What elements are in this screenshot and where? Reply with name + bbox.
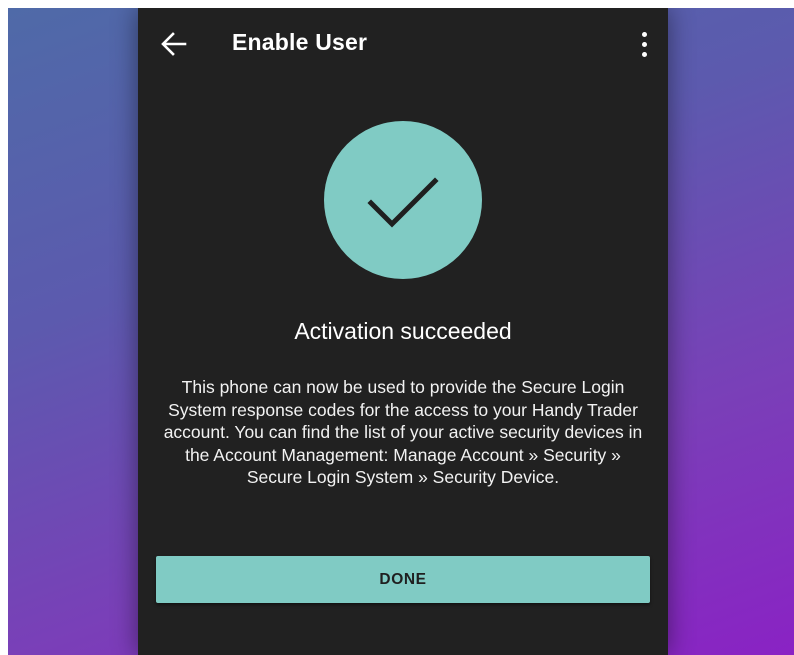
status-message: This phone can now be used to provide th… (163, 377, 643, 487)
arrow-left-icon (161, 32, 187, 56)
back-button[interactable] (156, 26, 192, 62)
app-toolbar: Enable User (138, 8, 668, 82)
page-title: Enable User (232, 29, 368, 55)
check-icon (367, 177, 439, 228)
done-button[interactable]: DONE (156, 556, 650, 603)
done-button-label: DONE (379, 570, 427, 588)
status-headline: Activation succeeded (294, 318, 512, 344)
background-frame: Enable User Activation succeeded This ph… (8, 8, 794, 655)
more-options-button[interactable] (632, 28, 656, 62)
success-check-badge (324, 121, 482, 279)
app-screen: Enable User Activation succeeded This ph… (138, 8, 668, 655)
